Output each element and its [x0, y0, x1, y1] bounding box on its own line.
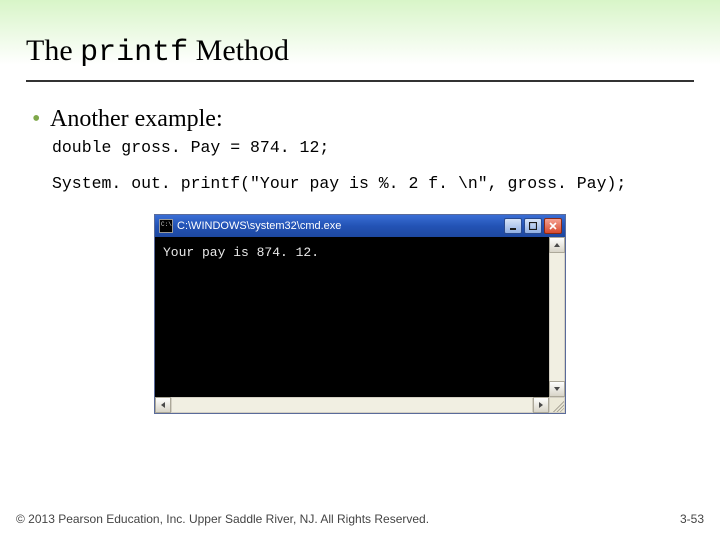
cmd-title-text: C:\WINDOWS\system32\cmd.exe	[177, 220, 504, 232]
maximize-icon	[529, 222, 537, 230]
page-number: 3-53	[680, 512, 704, 526]
maximize-button[interactable]	[524, 218, 542, 234]
vertical-scrollbar[interactable]	[549, 237, 565, 397]
scroll-track[interactable]	[549, 253, 565, 381]
close-button[interactable]	[544, 218, 562, 234]
bullet-text: Another example:	[50, 106, 223, 132]
chevron-down-icon	[553, 385, 561, 393]
window-buttons	[504, 218, 562, 234]
bullet-list: Another example:	[32, 106, 694, 133]
cmd-window: C:\WINDOWS\system32\cmd.exe Your pay is …	[154, 214, 566, 414]
scroll-left-button[interactable]	[155, 397, 171, 413]
minimize-icon	[509, 222, 517, 230]
slide-title: The printf Method	[26, 34, 694, 82]
title-mono: printf	[80, 36, 188, 70]
scroll-right-button[interactable]	[533, 397, 549, 413]
slide: The printf Method Another example: doubl…	[0, 0, 720, 540]
title-prefix: The	[26, 34, 80, 67]
minimize-button[interactable]	[504, 218, 522, 234]
scroll-track[interactable]	[171, 397, 533, 413]
chevron-right-icon	[537, 401, 545, 409]
scroll-down-button[interactable]	[549, 381, 565, 397]
footer: © 2013 Pearson Education, Inc. Upper Sad…	[16, 512, 704, 526]
scroll-up-button[interactable]	[549, 237, 565, 253]
code-line: System. out. printf("Your pay is %. 2 f.…	[52, 173, 694, 195]
code-line: double gross. Pay = 874. 12;	[52, 137, 694, 159]
close-icon	[549, 222, 557, 230]
cmd-output: Your pay is 874. 12.	[155, 237, 549, 397]
copyright-text: © 2013 Pearson Education, Inc. Upper Sad…	[16, 512, 429, 526]
chevron-left-icon	[159, 401, 167, 409]
cmd-client-area: Your pay is 874. 12.	[155, 237, 565, 397]
cmd-titlebar: C:\WINDOWS\system32\cmd.exe	[155, 215, 565, 237]
bullet-item: Another example:	[32, 106, 694, 133]
code-block: double gross. Pay = 874. 12; System. out…	[52, 137, 694, 196]
chevron-up-icon	[553, 241, 561, 249]
title-suffix: Method	[188, 34, 289, 67]
horizontal-scrollbar[interactable]	[155, 397, 565, 413]
cmd-prompt-icon	[159, 219, 173, 233]
resize-grip[interactable]	[549, 397, 565, 413]
